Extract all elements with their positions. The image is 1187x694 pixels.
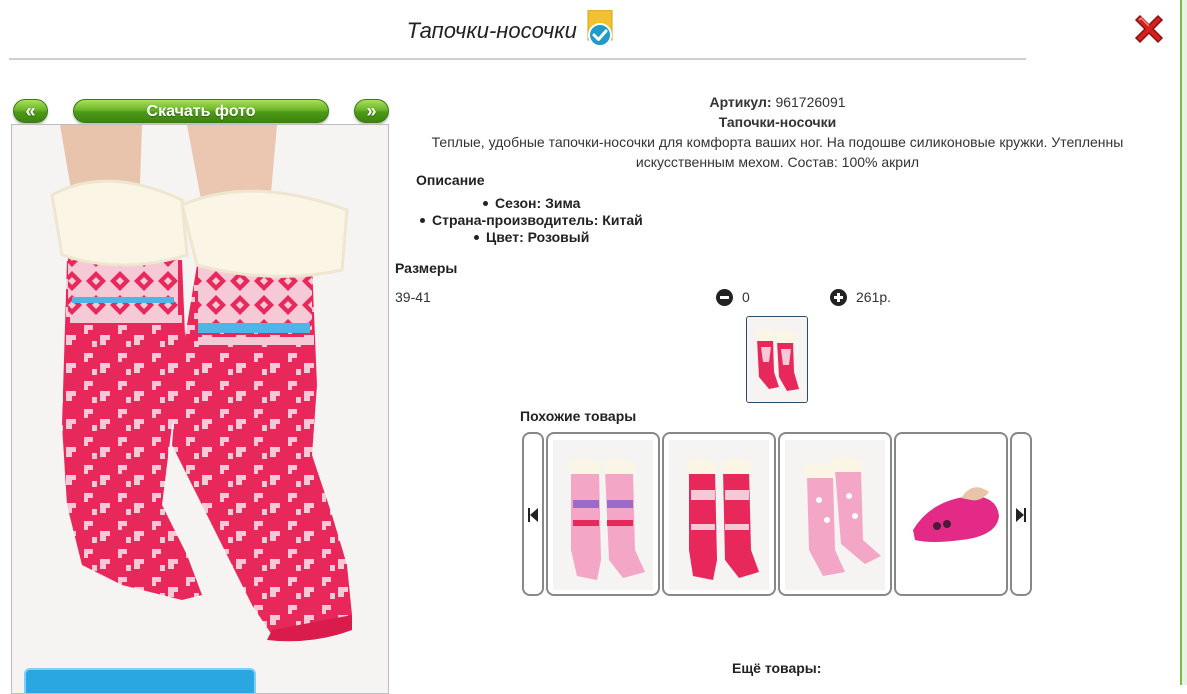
skip-prev-icon: [528, 508, 538, 522]
description-line-1: Теплые, удобные тапочки-носочки для комф…: [431, 134, 1124, 150]
page-edge: [1180, 0, 1187, 685]
minus-circle-icon[interactable]: [716, 289, 733, 306]
prop-season-text: Сезон: Зима: [495, 195, 581, 211]
product-photo[interactable]: [11, 124, 389, 694]
gallery-next-button[interactable]: »: [354, 99, 389, 123]
description-line-2: искусственным мехом. Состав: 100% акрил: [635, 154, 920, 170]
article-row: Артикул: 961726091: [395, 92, 1160, 112]
modal-header: Тапочки-носочки: [0, 9, 1020, 50]
sizes-heading: Размеры: [395, 260, 458, 276]
bullet-icon: [483, 200, 488, 206]
prop-country: Страна-производитель: Китай: [420, 212, 643, 228]
similar-item-3[interactable]: [778, 432, 892, 596]
similar-item-2[interactable]: [662, 432, 776, 596]
carousel-prev-button[interactable]: [522, 432, 544, 596]
gallery-prev-button[interactable]: «: [13, 99, 48, 123]
product-name: Тапочки-носочки: [718, 114, 837, 130]
price: 261р.: [856, 289, 892, 305]
title-divider: [9, 58, 1026, 60]
plus-circle-icon[interactable]: [830, 289, 847, 306]
similar-item-4[interactable]: [894, 432, 1008, 596]
skip-next-icon: [1016, 508, 1026, 522]
prop-country-text: Страна-производитель: Китай: [432, 212, 643, 228]
description-heading: Описание: [416, 172, 485, 188]
download-photo-button[interactable]: Скачать фото: [73, 99, 329, 123]
quantity-value: 0: [742, 289, 750, 305]
more-products-heading: Ещё товары:: [732, 660, 822, 676]
bullet-icon: [420, 217, 425, 223]
article-label: Артикул:: [709, 94, 772, 110]
similar-item-1[interactable]: [546, 432, 660, 596]
modal-title: Тапочки-носочки: [406, 18, 577, 43]
prop-color-text: Цвет: Розовый: [486, 229, 590, 245]
bullet-icon: [474, 234, 479, 240]
prop-season: Сезон: Зима: [483, 195, 580, 211]
similar-heading: Похожие товары: [520, 408, 637, 424]
close-icon[interactable]: [1132, 12, 1166, 46]
photo-overlay-button[interactable]: [24, 668, 256, 693]
selected-thumbnail[interactable]: [746, 316, 808, 403]
prop-color: Цвет: Розовый: [474, 229, 589, 245]
verified-check-icon: [587, 9, 613, 48]
size-label: 39-41: [395, 289, 431, 305]
product-info: Артикул: 961726091 Тапочки-носочки Теплы…: [395, 92, 1160, 172]
article-value: 961726091: [775, 94, 846, 110]
carousel-next-button[interactable]: [1010, 432, 1032, 596]
